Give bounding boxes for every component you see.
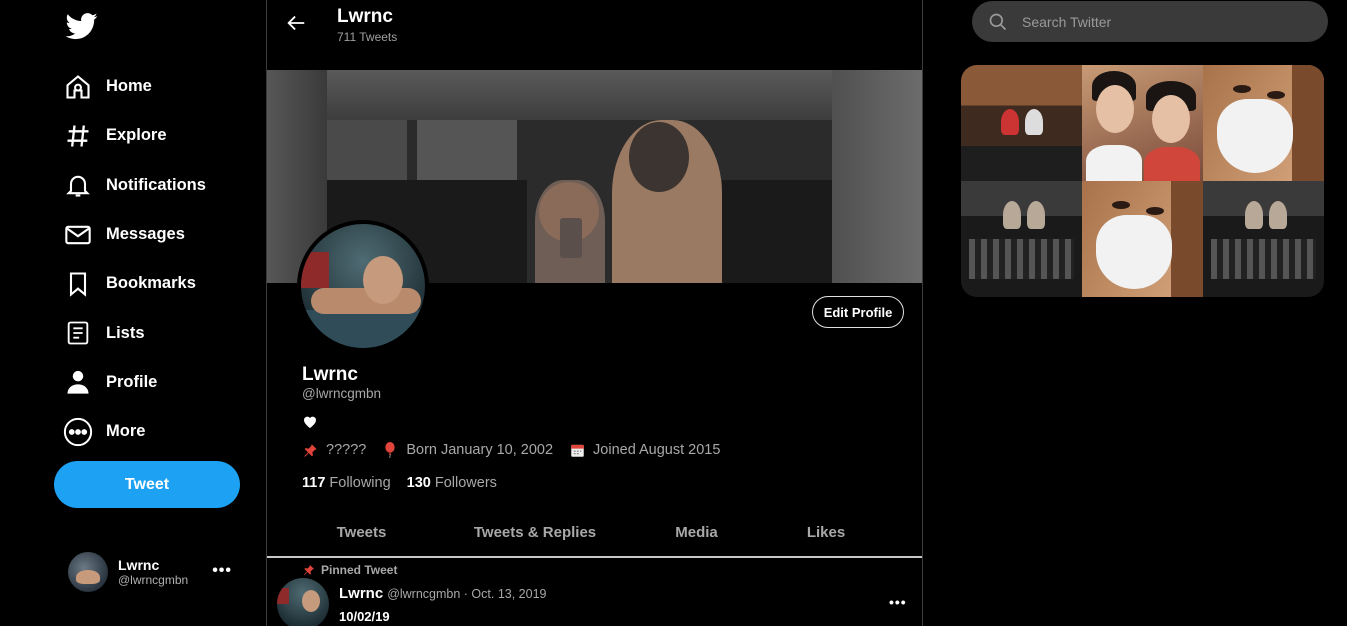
tweet-menu-icon[interactable]: ••• <box>889 594 907 610</box>
account-handle: @lwrncgmbn <box>118 573 189 587</box>
profile-name: Lwrnc <box>302 364 358 385</box>
nav-more[interactable]: More <box>62 407 206 456</box>
nav-label: Bookmarks <box>106 274 196 293</box>
avatar <box>68 552 108 592</box>
media-thumbnail[interactable] <box>1082 65 1203 181</box>
nav-lists[interactable]: Lists <box>62 308 206 357</box>
back-arrow-icon[interactable] <box>285 12 307 34</box>
profile-header: Lwrnc 711 Tweets <box>267 0 922 70</box>
following-link[interactable]: 117 Following <box>302 475 391 491</box>
nav-bookmarks[interactable]: Bookmarks <box>62 259 206 308</box>
calendar-icon <box>569 442 585 458</box>
edit-profile-button[interactable]: Edit Profile <box>812 296 904 328</box>
account-switcher[interactable]: Lwrnc @lwrncgmbn ••• <box>68 552 238 592</box>
header-name: Lwrnc <box>337 6 393 27</box>
tweet-text: 10/02/19 <box>339 609 390 624</box>
tabs-divider <box>267 556 922 558</box>
twitter-bird-icon[interactable] <box>64 10 100 42</box>
search-icon <box>989 13 1007 30</box>
location-text: ????? <box>326 442 367 458</box>
nav-profile[interactable]: Profile <box>62 358 206 407</box>
location-item: ????? <box>302 442 366 458</box>
joined-text: Joined August 2015 <box>593 442 721 458</box>
birthday-item: Born January 10, 2002 <box>382 442 553 458</box>
more-circle-icon <box>62 416 94 448</box>
tweet-meta: @lwrncgmbn · Oct. 13, 2019 <box>387 587 547 601</box>
home-icon <box>62 71 94 103</box>
nav-explore[interactable]: Explore <box>62 111 206 160</box>
account-name: Lwrnc <box>118 557 160 573</box>
pinned-label: Pinned Tweet <box>303 563 397 577</box>
nav-label: Profile <box>106 372 158 391</box>
media-thumbnail[interactable] <box>1082 181 1203 297</box>
follow-stats: 117 Following 130 Followers <box>302 475 513 491</box>
pushpin-icon <box>302 442 318 458</box>
hashtag-icon <box>62 120 94 152</box>
tweet-avatar[interactable] <box>277 578 329 626</box>
left-sidebar: Home Explore Notifications Messages Book… <box>0 0 266 626</box>
tweet-count: 711 Tweets <box>337 30 398 44</box>
media-thumbnail[interactable] <box>1203 65 1324 181</box>
nav-label: Messages <box>106 225 185 244</box>
media-thumbnail[interactable] <box>961 181 1082 297</box>
main-nav: Home Explore Notifications Messages Book… <box>62 62 206 456</box>
nav-messages[interactable]: Messages <box>62 210 206 259</box>
balloon-icon <box>382 442 398 458</box>
tweet-header: Lwrnc @lwrncgmbn · Oct. 13, 2019 <box>339 585 546 602</box>
account-menu-icon[interactable]: ••• <box>212 562 232 580</box>
person-icon <box>62 366 94 398</box>
nav-label: Explore <box>106 126 167 145</box>
tab-tweets-replies[interactable]: Tweets & Replies <box>456 508 614 556</box>
tab-likes[interactable]: Likes <box>779 508 873 556</box>
joined-item: Joined August 2015 <box>569 442 720 458</box>
nav-home[interactable]: Home <box>62 62 206 111</box>
envelope-icon <box>62 219 94 251</box>
profile-tabs: Tweets Tweets & Replies Media Likes <box>267 508 922 556</box>
birthday-text: Born January 10, 2002 <box>406 442 554 458</box>
profile-meta: ????? Born January 10, 2002 Joined Augus… <box>302 442 736 458</box>
media-thumbnail[interactable] <box>961 65 1082 181</box>
tweet-button[interactable]: Tweet <box>54 461 240 508</box>
followers-link[interactable]: 130 Followers <box>407 475 497 491</box>
tweet-author-name[interactable]: Lwrnc <box>339 585 383 602</box>
tab-media[interactable]: Media <box>614 508 779 556</box>
bookmark-icon <box>62 268 94 300</box>
search-input[interactable] <box>1022 13 1302 30</box>
nav-label: Home <box>106 77 152 96</box>
profile-handle: @lwrncgmbn <box>302 386 381 401</box>
nav-label: Notifications <box>106 175 206 194</box>
bell-icon <box>62 169 94 201</box>
nav-notifications[interactable]: Notifications <box>62 161 206 210</box>
search-box[interactable] <box>972 1 1328 42</box>
media-grid <box>961 65 1324 297</box>
nav-label: Lists <box>106 323 145 342</box>
pushpin-icon <box>304 565 314 575</box>
list-icon <box>62 317 94 349</box>
nav-label: More <box>106 422 146 441</box>
white-heart-icon <box>304 416 316 428</box>
tab-tweets[interactable]: Tweets <box>267 508 456 556</box>
profile-avatar[interactable] <box>297 220 429 352</box>
media-thumbnail[interactable] <box>1203 181 1324 297</box>
main-column: Lwrnc 711 Tweets Edit Profile Lwrnc @lwr… <box>266 0 923 626</box>
